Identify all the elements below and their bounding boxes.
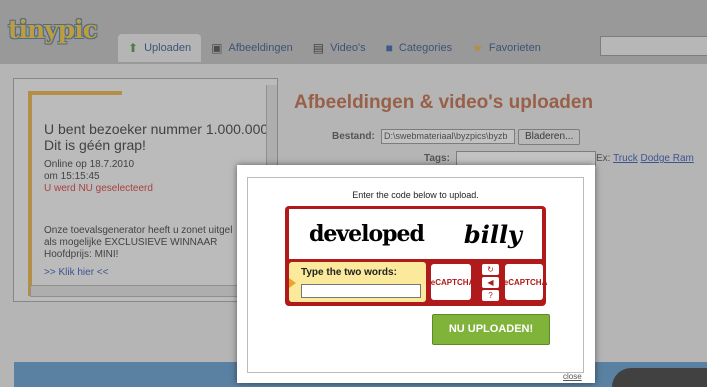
recaptcha-widget: developed billy Type the two words: reCA… [285,206,547,306]
captcha-word2: billy [463,219,522,249]
audio-icon[interactable]: ◀ [482,277,499,288]
arrow-right-icon [289,278,296,288]
captcha-modal-frame: Enter the code below to upload. develope… [247,177,584,373]
captcha-image: developed billy [289,209,542,259]
recaptcha-logo: reCAPTCHA [428,264,474,300]
captcha-input-label: Type the two words: [301,267,397,278]
captcha-modal: Enter the code below to upload. develope… [237,165,595,383]
help-icon[interactable]: ? [482,290,499,301]
captcha-controls: ↻ ◀ ? [482,264,499,301]
reload-icon[interactable]: ↻ [482,264,499,275]
recaptcha-logo-2: reCAPTCHA [501,264,547,300]
captcha-answer-box: Type the two words: [289,262,426,302]
captcha-input[interactable] [301,284,421,298]
upload-submit-button[interactable]: NU UPLOADEN! [432,314,550,345]
captcha-prompt: Enter the code below to upload. [352,190,479,200]
close-link[interactable]: close [563,372,582,381]
captcha-word1: developed [308,221,425,247]
